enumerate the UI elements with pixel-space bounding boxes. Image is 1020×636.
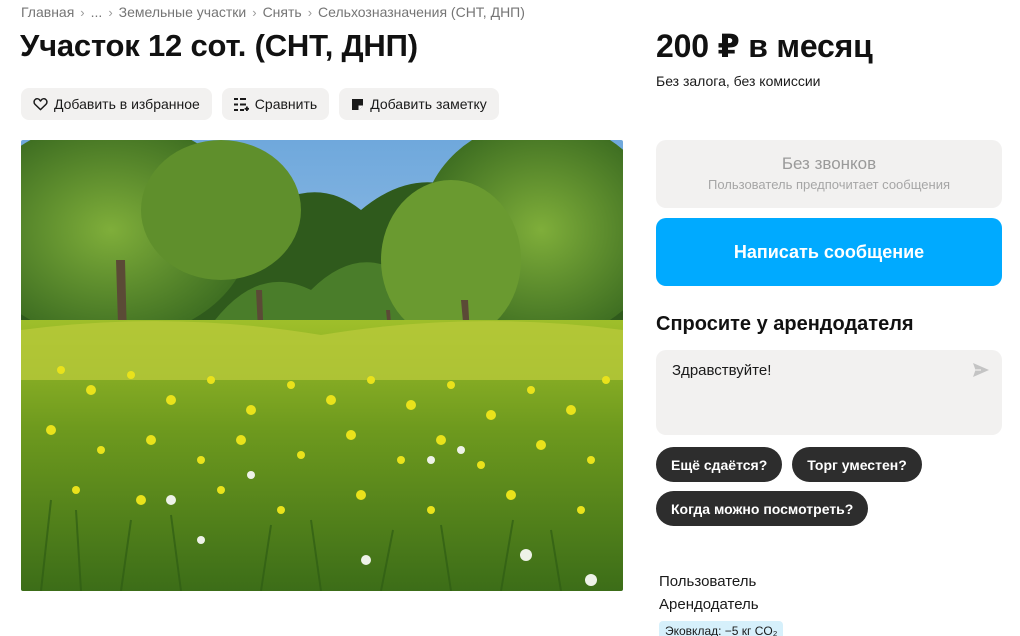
seller-role: Арендодатель	[659, 596, 759, 613]
add-favorite-label: Добавить в избранное	[54, 96, 200, 112]
compare-button[interactable]: Сравнить	[221, 88, 330, 120]
breadcrumb-separator: ›	[80, 4, 85, 20]
breadcrumb-land[interactable]: Земельные участки	[119, 4, 247, 20]
breadcrumb-rent[interactable]: Снять	[263, 4, 302, 20]
add-favorite-button[interactable]: Добавить в избранное	[21, 88, 212, 120]
quick-questions: Ещё сдаётся? Торг уместен? Когда можно п…	[656, 447, 1002, 535]
heart-icon	[33, 97, 48, 111]
eco-badge: Эковклад: −5 кг CO₂	[659, 621, 784, 636]
note-icon	[351, 98, 364, 111]
breadcrumb-separator: ›	[307, 4, 313, 20]
add-note-button[interactable]: Добавить заметку	[339, 88, 499, 120]
breadcrumb-separator: ›	[108, 4, 113, 20]
seller-name[interactable]: Пользователь	[659, 573, 756, 590]
compare-label: Сравнить	[254, 96, 318, 112]
landscape-photo	[21, 140, 623, 591]
price: 200 ₽ в месяц	[656, 28, 873, 64]
no-calls-subtitle: Пользователь предпочитает сообщения	[707, 177, 950, 192]
quick-question-viewing[interactable]: Когда можно посмотреть?	[656, 491, 869, 526]
message-box	[656, 350, 1002, 435]
message-input[interactable]	[672, 362, 962, 379]
compare-icon	[233, 97, 249, 111]
ask-heading: Спросите у арендодателя	[656, 313, 914, 335]
send-icon[interactable]	[972, 362, 990, 383]
breadcrumb-home[interactable]: Главная	[21, 4, 74, 20]
price-note: Без залога, без комиссии	[656, 73, 821, 89]
no-calls-button[interactable]: Без звонков Пользователь предпочитает со…	[656, 140, 1002, 208]
quick-questions-row: Ещё сдаётся? Торг уместен?	[656, 447, 1002, 482]
add-note-label: Добавить заметку	[370, 96, 487, 112]
page-title: Участок 12 сот. (СНТ, ДНП)	[20, 28, 418, 63]
listing-actions: Добавить в избранное Сравнить Добавить з…	[21, 88, 499, 120]
quick-questions-row: Когда можно посмотреть?	[656, 491, 1002, 526]
quick-question-still-available[interactable]: Ещё сдаётся?	[656, 447, 783, 482]
listing-page: Главная › ... › Земельные участки › Снят…	[0, 0, 1020, 636]
no-calls-title: Без звонков	[781, 154, 877, 173]
breadcrumb-ellipsis[interactable]: ...	[91, 4, 103, 20]
breadcrumb: Главная › ... › Земельные участки › Снят…	[21, 4, 525, 20]
quick-question-bargain[interactable]: Торг уместен?	[792, 447, 922, 482]
write-message-button[interactable]: Написать сообщение	[656, 218, 1002, 286]
breadcrumb-agricultural[interactable]: Сельхозназначения (СНТ, ДНП)	[318, 4, 525, 20]
listing-photo[interactable]	[21, 140, 623, 591]
breadcrumb-separator: ›	[252, 4, 257, 20]
